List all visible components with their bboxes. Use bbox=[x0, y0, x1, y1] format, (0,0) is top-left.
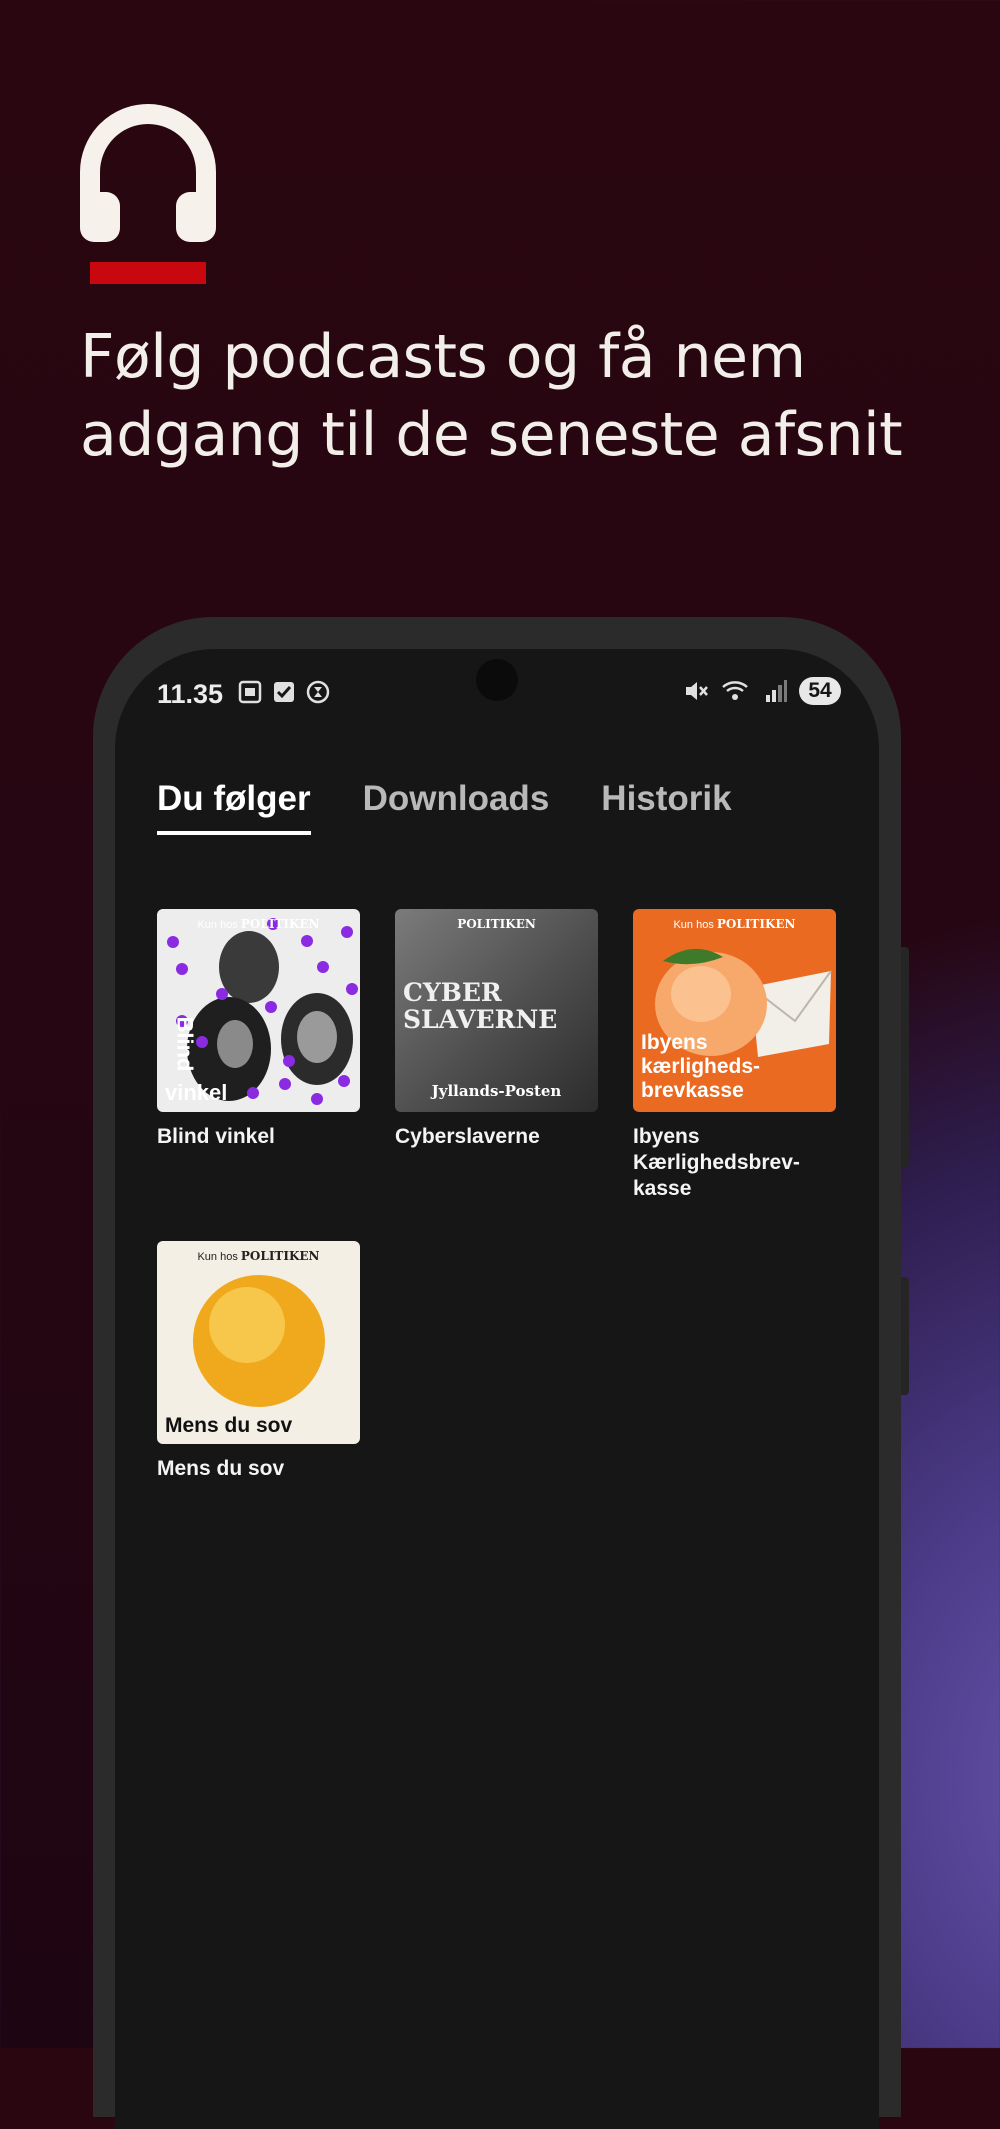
podcast-card-blind-vinkel[interactable]: Kun hos POLITIKEN Blind vinkel Blind vin… bbox=[157, 909, 360, 1150]
podcast-cover: Kun hos POLITIKEN Blind vinkel bbox=[157, 909, 360, 1112]
podcast-title: Mens du sov bbox=[157, 1457, 285, 1480]
podcast-title: Ibyens Kærlighedsbrev- kasse bbox=[633, 1125, 800, 1200]
phone-screen: 11.35 54 Du følger Downloads Historik Ku… bbox=[115, 649, 879, 2129]
podcast-title: Cyberslaverne bbox=[395, 1125, 540, 1148]
tab-downloads[interactable]: Downloads bbox=[363, 779, 550, 835]
screenshot-icon bbox=[238, 680, 262, 704]
battery-indicator: 54 bbox=[799, 677, 841, 705]
volume-button bbox=[901, 947, 909, 1167]
tab-du-folger[interactable]: Du følger bbox=[157, 779, 311, 835]
podcast-card-ibyens[interactable]: Kun hos POLITIKEN Ibyens kærligheds- bre… bbox=[633, 909, 836, 1202]
status-time: 11.35 bbox=[157, 679, 224, 709]
wifi-icon bbox=[722, 681, 748, 700]
tab-bar: Du følger Downloads Historik bbox=[157, 779, 732, 835]
podcast-card-mens-du-sov[interactable]: Kun hos POLITIKEN Mens du sov Mens du so… bbox=[157, 1241, 360, 1482]
cover-title: Mens du sov bbox=[165, 1414, 293, 1437]
podcast-cover: Kun hos POLITIKEN Ibyens kærligheds- bre… bbox=[633, 909, 836, 1112]
podcast-card-cyberslaverne[interactable]: POLITIKEN CYBER SLAVERNE Jyllands-Posten… bbox=[395, 909, 598, 1150]
checkbox-icon bbox=[274, 682, 294, 702]
cover-brand: Kun hos POLITIKEN bbox=[197, 917, 320, 931]
signal-icon bbox=[766, 680, 787, 702]
hero-title: Følg podcasts og få nem adgang til de se… bbox=[80, 322, 903, 470]
power-button bbox=[901, 1277, 909, 1395]
cover-title: CYBER SLAVERNE bbox=[403, 978, 558, 1034]
tab-historik[interactable]: Historik bbox=[601, 779, 731, 835]
podcast-cover: POLITIKEN CYBER SLAVERNE Jyllands-Posten bbox=[395, 909, 598, 1112]
headphones-icon bbox=[80, 104, 216, 284]
cover-subbrand: Jyllands-Posten bbox=[431, 1082, 562, 1100]
cover-brand: POLITIKEN bbox=[457, 917, 536, 931]
timer-icon bbox=[306, 680, 330, 704]
podcast-title: Blind vinkel bbox=[157, 1125, 275, 1148]
status-icons-left bbox=[237, 679, 331, 705]
phone-mockup: 11.35 54 Du følger Downloads Historik Ku… bbox=[93, 617, 909, 2129]
status-icons-right: 54 bbox=[683, 677, 841, 705]
cover-title: Ibyens kærligheds- brevkasse bbox=[641, 1031, 761, 1102]
mute-icon bbox=[686, 682, 708, 700]
podcast-cover: Kun hos POLITIKEN Mens du sov bbox=[157, 1241, 360, 1444]
cover-title-rotated: Blind bbox=[172, 1016, 198, 1072]
cover-title: vinkel bbox=[165, 1080, 228, 1105]
accent-bar bbox=[90, 262, 206, 284]
camera-cutout bbox=[476, 659, 518, 701]
